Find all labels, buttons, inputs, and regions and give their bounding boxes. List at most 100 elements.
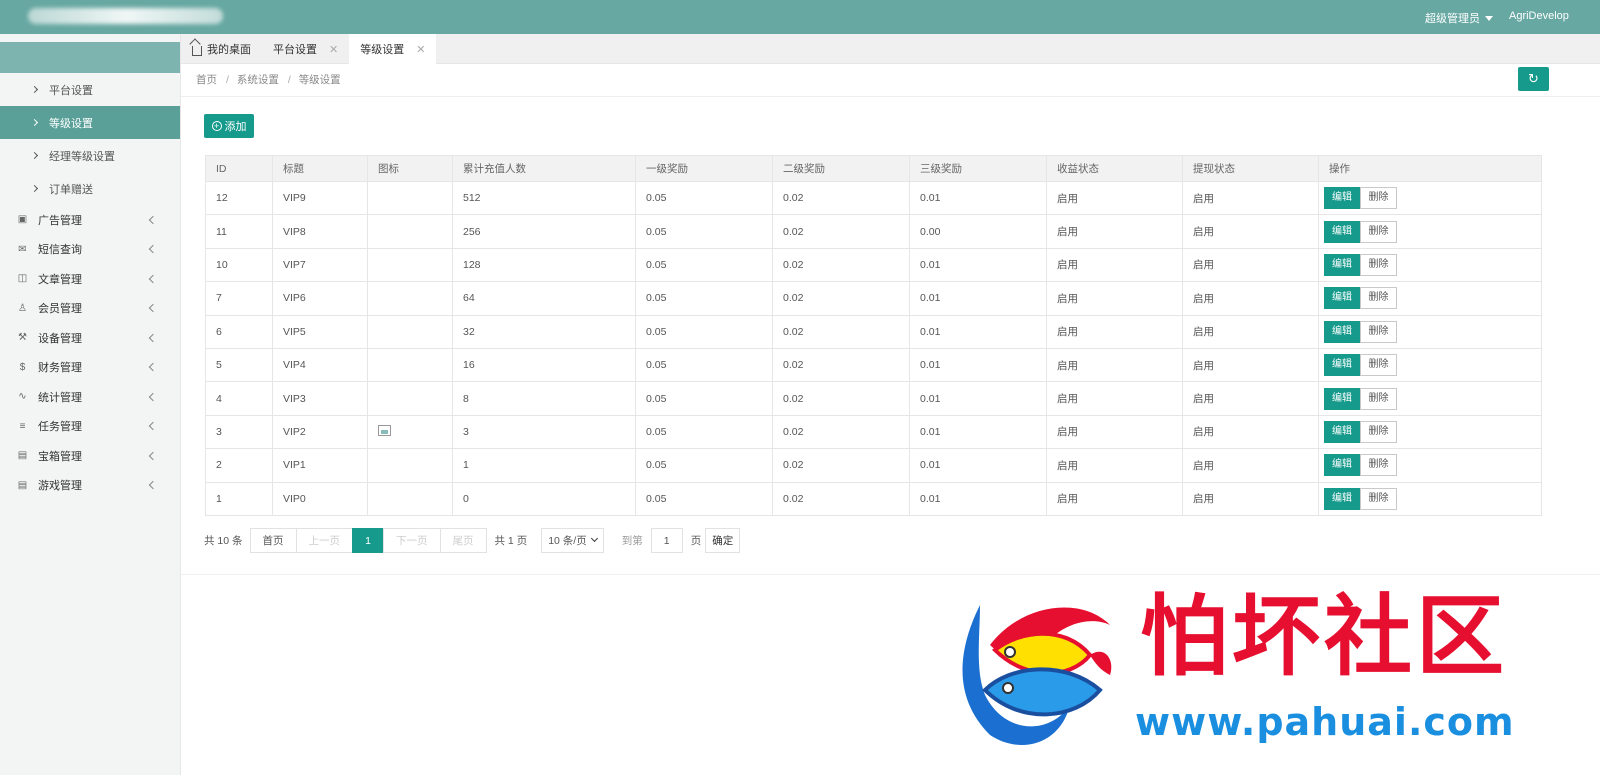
next-page-button[interactable]: 下一页: [383, 528, 441, 553]
table-row: 6 VIP5 32 0.05 0.02 0.01 启用 启用 编辑 删除: [205, 314, 1542, 349]
cell-count: 512: [452, 180, 636, 216]
sidebar-item-tasks[interactable]: ≡ 任务管理: [0, 412, 180, 442]
close-icon[interactable]: ✕: [329, 43, 338, 56]
sidebar-item-label: 会员管理: [38, 303, 82, 316]
delete-button[interactable]: 删除: [1360, 253, 1397, 276]
divider: [181, 574, 1600, 575]
cell-level1-reward: 0.05: [635, 214, 773, 249]
breadcrumb-separator: /: [226, 74, 229, 86]
tab-label: 我的桌面: [207, 44, 251, 56]
cell-count: 32: [452, 314, 636, 349]
cell-withdraw-status: 启用: [1182, 247, 1319, 283]
cell-income-status: 启用: [1046, 281, 1183, 316]
breadcrumb-item[interactable]: 系统设置: [237, 74, 279, 86]
table-row: 3 VIP2 3 0.05 0.02 0.01 启用 启用 编辑 删除: [205, 414, 1542, 450]
first-page-button[interactable]: 首页: [249, 528, 297, 553]
chevron-left-icon: [148, 245, 158, 254]
sidebar-item-chests[interactable]: ▤ 宝箱管理: [0, 441, 180, 471]
edit-button[interactable]: 编辑: [1324, 387, 1360, 410]
close-icon[interactable]: ✕: [416, 43, 425, 56]
sidebar-item-articles[interactable]: ◫ 文章管理: [0, 264, 180, 294]
table-row: 4 VIP3 8 0.05 0.02 0.01 启用 启用 编辑 删除: [205, 381, 1542, 416]
prev-page-button[interactable]: 上一页: [295, 528, 354, 553]
cell-withdraw-status: 启用: [1182, 281, 1319, 316]
sidebar-item-ads[interactable]: ▣ 广告管理: [0, 205, 180, 235]
chevron-left-icon: [148, 481, 158, 490]
cell-withdraw-status: 启用: [1182, 414, 1319, 450]
sidebar-item-label: 设备管理: [38, 332, 82, 345]
table-row: 1 VIP0 0 0.05 0.02 0.01 启用 启用 编辑 删除: [205, 481, 1542, 516]
gift-icon: ▤: [17, 479, 28, 491]
edit-button[interactable]: 编辑: [1324, 220, 1360, 243]
cell-actions: 编辑 删除: [1318, 214, 1542, 249]
cell-title: VIP7: [272, 247, 368, 283]
chevron-right-icon: [30, 118, 39, 127]
delete-button[interactable]: 删除: [1360, 354, 1397, 377]
cell-level1-reward: 0.05: [635, 281, 773, 316]
delete-button[interactable]: 删除: [1360, 187, 1397, 210]
table-row: 2 VIP1 1 0.05 0.02 0.01 启用 启用 编辑 删除: [205, 448, 1542, 483]
cell-count: 3: [452, 414, 636, 450]
tool-icon: ⚒: [18, 332, 27, 344]
delete-button[interactable]: 删除: [1360, 454, 1397, 477]
dollar-icon: $: [19, 361, 26, 373]
sidebar-sub-label: 平台设置: [49, 84, 93, 97]
goto-label: 到第: [621, 535, 643, 547]
edit-button[interactable]: 编辑: [1324, 253, 1360, 276]
sidebar-item-stats[interactable]: ∿ 统计管理: [0, 382, 180, 412]
edit-button[interactable]: 编辑: [1324, 287, 1360, 310]
delete-button[interactable]: 删除: [1360, 420, 1397, 443]
edit-button[interactable]: 编辑: [1324, 420, 1360, 443]
column-header: 图标: [367, 155, 453, 182]
sidebar-item-sms[interactable]: ✉ 短信查询: [0, 235, 180, 265]
delete-button[interactable]: 删除: [1360, 387, 1397, 410]
sidebar-group-header[interactable]: [0, 42, 180, 73]
tab-desktop[interactable]: 我的桌面: [181, 34, 262, 64]
breadcrumb-item[interactable]: 首页: [196, 74, 217, 86]
delete-button[interactable]: 删除: [1360, 320, 1397, 343]
breadcrumb: 首页 / 系统设置 / 等级设置: [196, 72, 345, 87]
cell-icon: [367, 247, 453, 283]
sidebar-item-members[interactable]: ♙ 会员管理: [0, 294, 180, 324]
delete-button[interactable]: 删除: [1360, 487, 1397, 510]
cell-level3-reward: 0.01: [909, 314, 1047, 349]
sidebar-item-finance[interactable]: $ 财务管理: [0, 353, 180, 383]
tab-label: 平台设置: [273, 44, 317, 56]
chevron-left-icon: [148, 363, 158, 372]
table-row: 10 VIP7 128 0.05 0.02 0.01 启用 启用 编辑 删除: [205, 247, 1542, 283]
sidebar-item-games[interactable]: ▤ 游戏管理: [0, 471, 180, 501]
sidebar-sub-manager-level[interactable]: 经理等级设置: [0, 139, 180, 172]
refresh-button[interactable]: ↻: [1518, 67, 1549, 91]
goto-page-input[interactable]: [650, 528, 683, 553]
cell-level2-reward: 0.02: [772, 214, 910, 249]
current-page-button[interactable]: 1: [352, 528, 385, 553]
admin-menu[interactable]: 超级管理员: [1425, 10, 1493, 26]
sidebar-sub-platform-settings[interactable]: 平台设置: [0, 73, 180, 106]
add-button-label: 添加: [224, 121, 247, 133]
delete-button[interactable]: 删除: [1360, 220, 1397, 243]
cell-actions: 编辑 删除: [1318, 247, 1542, 283]
cell-count: 8: [452, 381, 636, 416]
sidebar-sub-level-settings[interactable]: 等级设置: [0, 106, 180, 139]
cell-level1-reward: 0.05: [635, 247, 773, 283]
add-button[interactable]: + 添加: [204, 114, 254, 138]
tab-level-settings[interactable]: 等级设置 ✕: [349, 34, 437, 64]
edit-button[interactable]: 编辑: [1324, 187, 1360, 210]
delete-button[interactable]: 删除: [1360, 287, 1397, 310]
cell-count: 256: [452, 214, 636, 249]
tab-platform-settings[interactable]: 平台设置 ✕: [262, 34, 349, 64]
edit-button[interactable]: 编辑: [1324, 487, 1360, 510]
last-page-button[interactable]: 尾页: [439, 528, 487, 553]
chevron-left-icon: [148, 422, 158, 431]
admin-label: 超级管理员: [1425, 13, 1480, 25]
page-size-select[interactable]: 10 条/页: [541, 528, 604, 553]
sidebar-sub-order-gift[interactable]: 订单赠送: [0, 172, 180, 205]
user-link[interactable]: AgriDevelop: [1509, 10, 1569, 22]
edit-button[interactable]: 编辑: [1324, 454, 1360, 477]
sidebar-item-devices[interactable]: ⚒ 设备管理: [0, 323, 180, 353]
edit-button[interactable]: 编辑: [1324, 354, 1360, 377]
goto-confirm-button[interactable]: 确定: [705, 528, 741, 553]
cell-level1-reward: 0.05: [635, 448, 773, 483]
page-size-value: 10 条/页: [548, 535, 587, 547]
edit-button[interactable]: 编辑: [1324, 320, 1360, 343]
